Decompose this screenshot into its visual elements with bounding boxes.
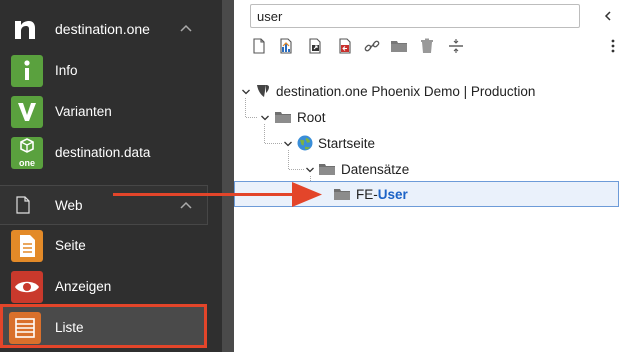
page-tree-panel: destination.one Phoenix Demo | Productio… bbox=[234, 0, 639, 352]
tree-search-input[interactable] bbox=[250, 4, 580, 28]
tree-node-label-prefix: FE- bbox=[356, 186, 378, 202]
chevron-down-icon[interactable] bbox=[305, 165, 315, 175]
module-destination-data[interactable]: one destination.data bbox=[0, 132, 222, 172]
module-anzeigen-label: Anzeigen bbox=[55, 279, 112, 294]
folder-icon bbox=[334, 189, 350, 200]
tree-node-label: Startseite bbox=[318, 135, 376, 151]
app-header[interactable]: destination.one bbox=[0, 9, 222, 49]
tree-selected-row[interactable] bbox=[234, 181, 619, 207]
trash-icon[interactable] bbox=[418, 37, 436, 55]
chevron-down-icon[interactable] bbox=[241, 87, 251, 97]
tree-node-fe-user[interactable]: FE-User bbox=[333, 181, 408, 207]
page-link-icon[interactable] bbox=[306, 37, 324, 55]
tree-node-datensaetze[interactable]: Datensätze bbox=[318, 156, 409, 182]
module-liste-label: Liste bbox=[55, 320, 84, 335]
chevron-up-icon[interactable] bbox=[178, 198, 194, 214]
new-page-icon[interactable] bbox=[250, 37, 268, 55]
folder-icon bbox=[275, 112, 291, 123]
web-group-label: Web bbox=[55, 198, 83, 213]
link-icon[interactable] bbox=[363, 37, 381, 55]
info-icon bbox=[11, 55, 43, 87]
tree-node-root-site[interactable]: destination.one Phoenix Demo | Productio… bbox=[254, 78, 535, 104]
tree-node-label: destination.one Phoenix Demo | Productio… bbox=[276, 83, 536, 99]
folder-icon[interactable] bbox=[390, 37, 408, 55]
list-icon bbox=[9, 312, 41, 344]
shortcut-page-icon[interactable] bbox=[336, 37, 354, 55]
tree-node-label: FE-User bbox=[356, 187, 408, 202]
panel-resizer[interactable] bbox=[222, 0, 234, 352]
divider-icon[interactable] bbox=[447, 37, 465, 55]
document-icon bbox=[16, 196, 30, 214]
tree-node-root[interactable]: Root bbox=[274, 104, 326, 130]
chevron-up-icon[interactable] bbox=[178, 21, 194, 37]
tree-node-label: Datensätze bbox=[341, 161, 410, 177]
tree-node-label: Root bbox=[297, 109, 326, 125]
module-anzeigen[interactable]: Anzeigen bbox=[0, 266, 222, 306]
destination-data-icon: one bbox=[11, 137, 43, 169]
module-seite-label: Seite bbox=[55, 238, 86, 253]
chevron-down-icon[interactable] bbox=[283, 139, 293, 149]
web-group-header[interactable]: Web bbox=[0, 185, 208, 225]
module-seite[interactable]: Seite bbox=[0, 225, 222, 265]
varianten-icon bbox=[11, 96, 43, 128]
page-icon bbox=[11, 230, 43, 262]
module-info-label: Info bbox=[55, 63, 78, 78]
chevron-left-icon[interactable] bbox=[602, 10, 614, 22]
more-menu-icon[interactable] bbox=[604, 37, 622, 55]
new-page-special-icon[interactable] bbox=[277, 37, 295, 55]
chevron-down-icon[interactable] bbox=[260, 113, 270, 123]
one-badge: one bbox=[19, 158, 35, 168]
module-info[interactable]: Info bbox=[0, 50, 222, 90]
folder-icon bbox=[319, 164, 335, 175]
brand-logo-icon bbox=[15, 21, 35, 39]
typo3-icon bbox=[257, 85, 269, 97]
module-varianten[interactable]: Varianten bbox=[0, 91, 222, 131]
eye-icon bbox=[11, 271, 43, 303]
globe-icon bbox=[297, 135, 313, 151]
module-liste[interactable]: Liste bbox=[0, 307, 222, 347]
module-sidebar: destination.one Info Varianten one desti… bbox=[0, 0, 222, 352]
tree-node-startseite[interactable]: Startseite bbox=[296, 130, 375, 156]
module-varianten-label: Varianten bbox=[55, 104, 112, 119]
app-title: destination.one bbox=[55, 21, 150, 37]
search-match-highlight: User bbox=[377, 186, 408, 202]
module-destination-data-label: destination.data bbox=[55, 145, 151, 160]
